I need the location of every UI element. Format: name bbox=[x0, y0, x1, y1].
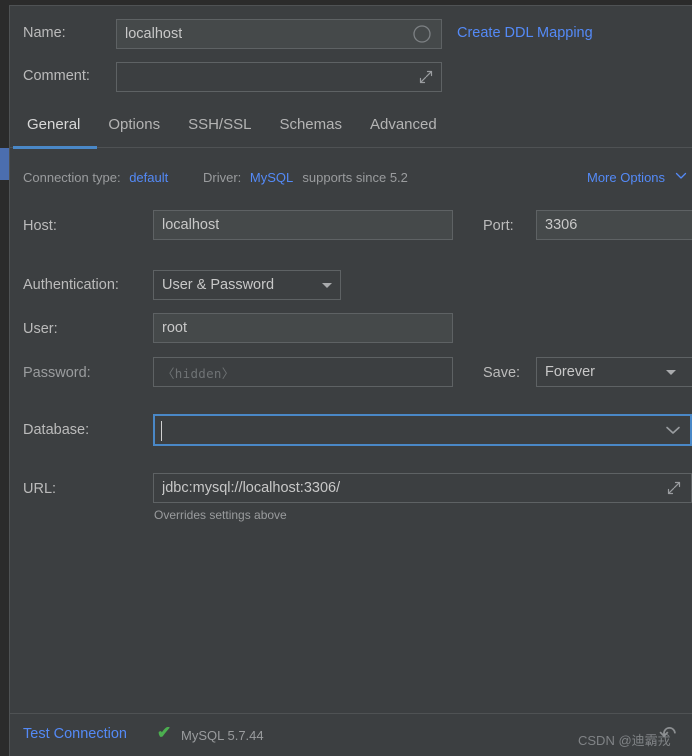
tab-schemas[interactable]: Schemas bbox=[265, 112, 356, 133]
tab-active-indicator bbox=[13, 146, 97, 149]
datasource-config-dialog: Name: localhost Create DDL Mapping Comme… bbox=[0, 0, 692, 756]
test-connection-button[interactable]: Test Connection bbox=[23, 726, 127, 742]
save-select[interactable]: Forever bbox=[536, 357, 692, 387]
host-input[interactable]: localhost bbox=[153, 210, 453, 240]
expand-diagonal-icon[interactable] bbox=[664, 478, 684, 498]
host-input-value: localhost bbox=[162, 217, 220, 233]
authentication-label: Authentication: bbox=[23, 277, 119, 293]
save-label: Save: bbox=[483, 365, 521, 381]
name-input-value: localhost bbox=[125, 26, 183, 42]
comment-input[interactable] bbox=[116, 62, 442, 92]
driver-note: supports since 5.2 bbox=[302, 170, 408, 185]
check-icon: ✔ bbox=[157, 723, 172, 742]
settings-tabs: General Options SSH/SSL Schemas Advanced bbox=[13, 112, 451, 150]
password-label: Password: bbox=[23, 365, 91, 381]
url-input[interactable]: jdbc:mysql://localhost:3306/ bbox=[153, 473, 692, 503]
chevron-down-icon[interactable] bbox=[675, 170, 687, 182]
connection-type-info: Connection type: default bbox=[23, 170, 168, 185]
connection-type-label: Connection type: bbox=[23, 170, 121, 185]
tab-advanced[interactable]: Advanced bbox=[356, 112, 451, 133]
url-hint: Overrides settings above bbox=[154, 508, 287, 522]
connection-type-value[interactable]: default bbox=[129, 170, 168, 185]
password-input[interactable]: 〈hidden〉 bbox=[153, 357, 453, 387]
window-top-divider bbox=[9, 5, 692, 6]
watermark-text: CSDN @迪霸戎 bbox=[578, 733, 671, 748]
user-input[interactable]: root bbox=[153, 313, 453, 343]
host-label: Host: bbox=[23, 218, 57, 234]
user-label: User: bbox=[23, 321, 58, 337]
database-select[interactable] bbox=[153, 414, 692, 446]
port-input-value: 3306 bbox=[545, 217, 578, 233]
save-value: Forever bbox=[545, 364, 595, 380]
url-input-value: jdbc:mysql://localhost:3306/ bbox=[162, 480, 341, 496]
tab-options[interactable]: Options bbox=[94, 112, 174, 133]
server-version-label: MySQL 5.7.44 bbox=[181, 728, 264, 743]
circle-icon[interactable] bbox=[411, 23, 433, 45]
name-label: Name: bbox=[23, 25, 66, 41]
expand-diagonal-icon[interactable] bbox=[416, 67, 436, 87]
rotate-arrow-icon: ↶ bbox=[659, 723, 677, 746]
tab-ssh-ssl[interactable]: SSH/SSL bbox=[174, 112, 265, 133]
more-options-link[interactable]: More Options bbox=[587, 170, 665, 185]
tabs-divider bbox=[10, 147, 692, 148]
password-input-placeholder: 〈hidden〉 bbox=[162, 365, 235, 381]
triangle-down-icon bbox=[666, 369, 676, 375]
driver-label: Driver: bbox=[203, 170, 242, 185]
authentication-select[interactable]: User & Password bbox=[153, 270, 341, 300]
create-ddl-mapping-link[interactable]: Create DDL Mapping bbox=[457, 25, 593, 41]
driver-info: Driver: MySQL supports since 5.2 bbox=[203, 170, 408, 185]
tab-general[interactable]: General bbox=[13, 112, 94, 133]
text-caret bbox=[161, 421, 162, 441]
sidebar-selection-marker bbox=[0, 148, 9, 180]
driver-value[interactable]: MySQL bbox=[250, 170, 293, 185]
comment-label: Comment: bbox=[23, 68, 90, 84]
authentication-value: User & Password bbox=[162, 277, 275, 293]
chevron-down-icon[interactable] bbox=[664, 423, 682, 437]
port-label: Port: bbox=[483, 218, 514, 234]
triangle-down-icon bbox=[322, 282, 332, 288]
user-input-value: root bbox=[162, 320, 187, 336]
window-left-divider bbox=[9, 5, 10, 756]
name-input[interactable]: localhost bbox=[116, 19, 442, 49]
window-left-frame bbox=[0, 0, 9, 756]
port-input[interactable]: 3306 bbox=[536, 210, 692, 240]
database-label: Database: bbox=[23, 422, 90, 438]
url-label: URL: bbox=[23, 481, 57, 497]
